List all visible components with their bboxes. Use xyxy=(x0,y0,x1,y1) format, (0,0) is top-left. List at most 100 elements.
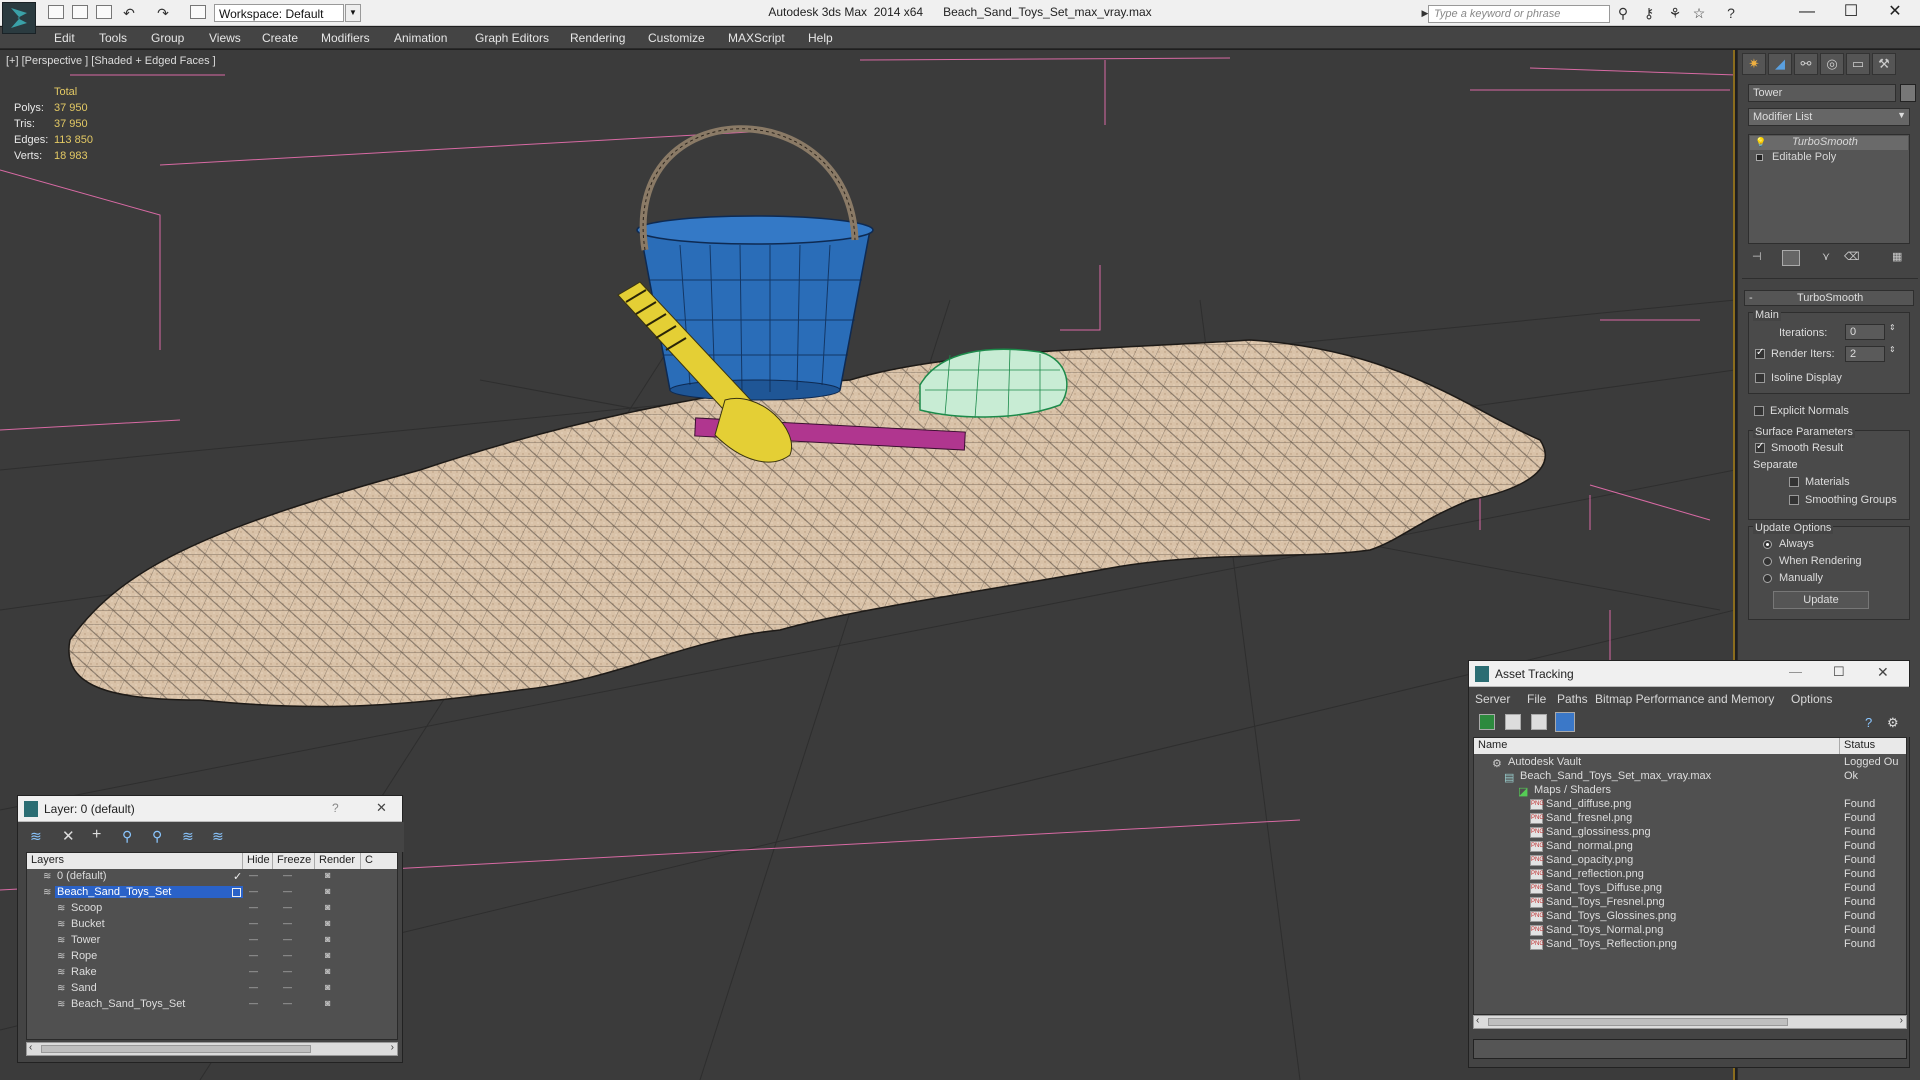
isoline-display-checkbox[interactable] xyxy=(1755,373,1765,383)
scroll-left-icon[interactable]: ‹ xyxy=(29,1042,32,1053)
pin-stack-icon[interactable]: ⊣ xyxy=(1752,250,1762,263)
spinner-arrows-icon[interactable]: ⇕ xyxy=(1889,345,1896,354)
maximize-icon[interactable]: ☐ xyxy=(1833,664,1845,680)
asset-row[interactable]: PNG Sand_Toys_Reflection.png Found xyxy=(1474,938,1906,952)
asset-path-field[interactable] xyxy=(1473,1039,1907,1059)
freeze-all-icon[interactable]: ≋ xyxy=(212,828,224,845)
lightbulb-icon[interactable]: 💡 xyxy=(1755,137,1766,148)
explicit-normals-checkbox[interactable] xyxy=(1754,406,1764,416)
stack-item-editable-poly[interactable]: Editable Poly xyxy=(1750,151,1908,165)
asset-row[interactable]: PNG Sand_Toys_Normal.png Found xyxy=(1474,924,1906,938)
freeze-toggle-icon[interactable]: — xyxy=(283,918,292,928)
render-toggle-icon[interactable]: ◙ xyxy=(325,982,330,992)
freeze-toggle-icon[interactable]: — xyxy=(283,982,292,992)
always-radio[interactable] xyxy=(1763,540,1772,549)
minimize-button[interactable]: — xyxy=(1784,0,1830,26)
asset-row[interactable]: ▤ Beach_Sand_Toys_Set_max_vray.max Ok xyxy=(1474,770,1906,784)
asset-row[interactable]: PNG Sand_opacity.png Found xyxy=(1474,854,1906,868)
hide-toggle-icon[interactable]: — xyxy=(249,950,258,960)
menu-customize[interactable]: Customize xyxy=(648,31,705,45)
save-file-icon[interactable] xyxy=(96,5,112,19)
asset-menu-paths[interactable]: Paths xyxy=(1557,692,1588,706)
modifier-list-dropdown[interactable]: Modifier List ▼ xyxy=(1748,108,1910,126)
render-toggle-icon[interactable]: ◙ xyxy=(325,886,330,896)
scrollbar-thumb[interactable] xyxy=(1488,1018,1788,1026)
highlight-layer-icon[interactable]: ⚲ xyxy=(152,828,162,845)
menu-help[interactable]: Help xyxy=(808,31,833,45)
freeze-toggle-icon[interactable]: — xyxy=(283,950,292,960)
asset-menu-bitmap[interactable]: Bitmap Performance and Memory xyxy=(1595,692,1774,706)
new-file-icon[interactable] xyxy=(48,5,64,19)
hide-toggle-icon[interactable]: — xyxy=(249,934,258,944)
column-status[interactable]: Status xyxy=(1840,738,1906,754)
select-objects-icon[interactable]: ⚲ xyxy=(122,828,132,845)
layer-row[interactable]: ≋ Scoop — — ◙ xyxy=(27,902,397,916)
current-layer-check-icon[interactable]: ✓ xyxy=(233,870,242,883)
smoothing-groups-checkbox[interactable] xyxy=(1789,495,1799,505)
when-rendering-radio[interactable] xyxy=(1763,557,1772,566)
tree-view-icon[interactable] xyxy=(1531,714,1547,730)
render-iters-spinner[interactable]: 2 xyxy=(1845,346,1885,362)
redo-icon[interactable]: ↷ xyxy=(154,5,172,21)
undo-icon[interactable]: ↶ xyxy=(120,5,138,21)
exchange-icon[interactable]: ⚘ xyxy=(1666,5,1684,21)
refresh-icon[interactable] xyxy=(1479,714,1495,730)
menu-tools[interactable]: Tools xyxy=(99,31,127,45)
layer-row[interactable]: ≋ Beach_Sand_Toys_Set — — ◙ xyxy=(27,886,397,900)
delete-layer-icon[interactable]: ✕ xyxy=(62,827,75,845)
object-name-field[interactable]: Tower xyxy=(1748,84,1896,102)
remove-modifier-icon[interactable]: ⌫ xyxy=(1844,250,1860,263)
asset-row[interactable]: PNG Sand_glossiness.png Found xyxy=(1474,826,1906,840)
help-icon[interactable]: ? xyxy=(332,801,339,815)
menu-modifiers[interactable]: Modifiers xyxy=(321,31,370,45)
freeze-toggle-icon[interactable]: — xyxy=(283,934,292,944)
hide-toggle-icon[interactable]: — xyxy=(249,902,258,912)
hierarchy-tab-icon[interactable]: ⚯ xyxy=(1794,53,1818,75)
open-file-icon[interactable] xyxy=(72,5,88,19)
scroll-right-icon[interactable]: › xyxy=(1900,1015,1903,1026)
stack-item-turbosmooth[interactable]: TurboSmooth xyxy=(1750,136,1908,150)
hide-toggle-icon[interactable]: — xyxy=(249,998,258,1008)
turbosmooth-rollout-header[interactable]: - TurboSmooth xyxy=(1744,290,1914,306)
smooth-result-checkbox[interactable] xyxy=(1755,441,1765,453)
show-end-result-icon[interactable] xyxy=(1782,250,1800,266)
object-color-swatch[interactable] xyxy=(1900,84,1916,102)
make-unique-icon[interactable]: ⋎ xyxy=(1822,250,1830,263)
layer-row[interactable]: ≋ Beach_Sand_Toys_Set — — ◙ xyxy=(27,998,397,1012)
asset-row[interactable]: PNG Sand_fresnel.png Found xyxy=(1474,812,1906,826)
create-tab-icon[interactable]: ✷ xyxy=(1742,53,1766,75)
search-input[interactable]: Type a keyword or phrase xyxy=(1428,5,1610,23)
render-toggle-icon[interactable]: ◙ xyxy=(325,998,330,1008)
hide-all-icon[interactable]: ≋ xyxy=(182,828,194,845)
motion-tab-icon[interactable]: ◎ xyxy=(1820,53,1844,75)
column-layers[interactable]: Layers xyxy=(27,853,243,869)
chevron-down-icon[interactable]: ▼ xyxy=(345,4,361,22)
layer-row[interactable]: ≋ Rope — — ◙ xyxy=(27,950,397,964)
hide-toggle-icon[interactable]: — xyxy=(249,966,258,976)
menu-maxscript[interactable]: MAXScript xyxy=(728,31,785,45)
asset-horizontal-scrollbar[interactable]: ‹ › xyxy=(1473,1015,1907,1029)
hide-toggle-icon[interactable]: — xyxy=(249,886,258,896)
asset-row[interactable]: ⚙ Autodesk Vault Logged Ou xyxy=(1474,756,1906,770)
asset-row[interactable]: PNG Sand_Toys_Fresnel.png Found xyxy=(1474,896,1906,910)
menu-group[interactable]: Group xyxy=(151,31,184,45)
viewport-label[interactable]: [+] [Perspective ] [Shaded + Edged Faces… xyxy=(6,55,216,67)
hide-toggle-icon[interactable]: — xyxy=(249,870,258,880)
layer-row[interactable]: ≋ 0 (default) ✓ — — ◙ xyxy=(27,870,397,884)
iterations-spinner[interactable]: 0 xyxy=(1845,324,1885,340)
column-hide[interactable]: Hide xyxy=(243,853,273,869)
list-view-icon[interactable] xyxy=(1505,714,1521,730)
display-tab-icon[interactable]: ▭ xyxy=(1846,53,1870,75)
column-name[interactable]: Name xyxy=(1474,738,1840,754)
project-folder-icon[interactable] xyxy=(190,5,206,19)
make-current-checkbox[interactable] xyxy=(232,888,241,897)
asset-row[interactable]: PNG Sand_normal.png Found xyxy=(1474,840,1906,854)
help-icon[interactable]: ? xyxy=(1865,715,1872,730)
render-toggle-icon[interactable]: ◙ xyxy=(325,950,330,960)
table-view-icon[interactable] xyxy=(1555,712,1575,732)
render-toggle-icon[interactable]: ◙ xyxy=(325,918,330,928)
materials-checkbox[interactable] xyxy=(1789,477,1799,487)
column-render[interactable]: Render xyxy=(315,853,361,869)
layer-horizontal-scrollbar[interactable]: ‹ › xyxy=(26,1042,398,1056)
update-button[interactable]: Update xyxy=(1773,591,1869,609)
